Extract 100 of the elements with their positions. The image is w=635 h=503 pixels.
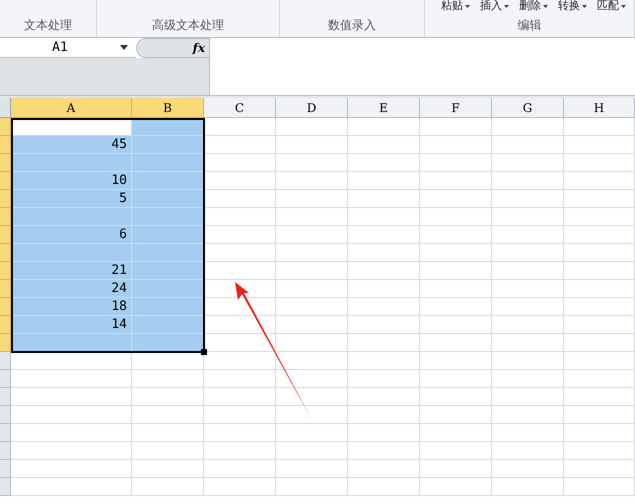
column-header[interactable]: B bbox=[132, 98, 204, 118]
row-header[interactable] bbox=[0, 334, 11, 352]
row-header[interactable] bbox=[0, 424, 11, 442]
table-cell bbox=[564, 478, 635, 496]
column-header[interactable]: D bbox=[276, 98, 348, 118]
caret-icon bbox=[504, 5, 509, 8]
table-cell bbox=[492, 478, 564, 496]
column-header[interactable]: C bbox=[204, 98, 276, 118]
row-header[interactable] bbox=[0, 352, 11, 370]
table-cell bbox=[204, 460, 276, 478]
table-cell bbox=[132, 388, 204, 406]
table-cell bbox=[420, 190, 492, 208]
ribbon-button[interactable]: 粘贴 bbox=[441, 0, 470, 13]
row-header[interactable] bbox=[0, 154, 11, 172]
insert-function-button[interactable]: fx bbox=[192, 39, 205, 57]
dropdown-caret-icon[interactable] bbox=[120, 45, 128, 50]
table-cell bbox=[348, 352, 420, 370]
table-cell bbox=[564, 280, 635, 298]
table-cell bbox=[348, 442, 420, 460]
fill-handle[interactable] bbox=[201, 349, 207, 355]
table-cell bbox=[492, 460, 564, 478]
table-cell bbox=[204, 190, 276, 208]
row-header[interactable] bbox=[0, 406, 11, 424]
table-cell bbox=[276, 316, 348, 334]
table-cell bbox=[420, 262, 492, 280]
row-header[interactable] bbox=[0, 280, 11, 298]
table-cell: 5 bbox=[11, 190, 132, 208]
row-header[interactable] bbox=[0, 118, 11, 136]
table-cell bbox=[204, 442, 276, 460]
table-cell bbox=[348, 406, 420, 424]
table-cell bbox=[276, 406, 348, 424]
row-header[interactable] bbox=[0, 190, 11, 208]
table-cell bbox=[420, 226, 492, 244]
table-cell bbox=[348, 226, 420, 244]
group-label: 数值录入 bbox=[328, 17, 376, 34]
table-cell bbox=[348, 388, 420, 406]
column-header[interactable]: E bbox=[348, 98, 420, 118]
row-header[interactable] bbox=[0, 460, 11, 478]
table-cell bbox=[492, 226, 564, 244]
table-cell bbox=[276, 172, 348, 190]
table-cell bbox=[204, 424, 276, 442]
table-cell bbox=[420, 316, 492, 334]
row-header[interactable] bbox=[0, 262, 11, 280]
table-cell: 45 bbox=[11, 136, 132, 154]
row-header[interactable] bbox=[0, 442, 11, 460]
row-header[interactable] bbox=[0, 172, 11, 190]
table-cell bbox=[492, 208, 564, 226]
row-header[interactable] bbox=[0, 478, 11, 496]
table-cell bbox=[132, 370, 204, 388]
table-cell bbox=[204, 244, 276, 262]
table-cell bbox=[492, 172, 564, 190]
table-cell: 18 bbox=[11, 298, 132, 316]
table-cell bbox=[204, 478, 276, 496]
table-cell bbox=[204, 298, 276, 316]
row-header[interactable] bbox=[0, 136, 11, 154]
column-header[interactable]: A bbox=[11, 98, 132, 118]
row-header[interactable] bbox=[0, 226, 11, 244]
column-header[interactable]: G bbox=[492, 98, 564, 118]
table-cell bbox=[276, 334, 348, 352]
table-cell bbox=[492, 352, 564, 370]
ribbon-button[interactable]: 匹配 bbox=[597, 0, 626, 13]
table-cell bbox=[204, 334, 276, 352]
table-cell bbox=[564, 298, 635, 316]
table-cell bbox=[564, 118, 635, 136]
table-cell bbox=[564, 388, 635, 406]
table-cell bbox=[276, 478, 348, 496]
table-cell: 21 bbox=[11, 262, 132, 280]
table-cell bbox=[276, 262, 348, 280]
select-all-button[interactable] bbox=[0, 98, 11, 118]
table-cell bbox=[492, 316, 564, 334]
table-cell bbox=[276, 442, 348, 460]
column-header[interactable]: H bbox=[564, 98, 635, 118]
ribbon-button[interactable]: 转换 bbox=[558, 0, 587, 13]
table-cell bbox=[348, 262, 420, 280]
table-cell bbox=[492, 442, 564, 460]
row-header[interactable] bbox=[0, 316, 11, 334]
row-header[interactable] bbox=[0, 370, 11, 388]
table-cell bbox=[420, 334, 492, 352]
table-cell bbox=[492, 298, 564, 316]
table-cell bbox=[420, 460, 492, 478]
table-cell bbox=[276, 298, 348, 316]
ribbon-button[interactable]: 插入 bbox=[480, 0, 509, 13]
table-cell bbox=[492, 154, 564, 172]
column-header[interactable]: F bbox=[420, 98, 492, 118]
caret-icon bbox=[465, 5, 470, 8]
row-header[interactable] bbox=[0, 298, 11, 316]
table-cell bbox=[276, 460, 348, 478]
row-header[interactable] bbox=[0, 244, 11, 262]
table-cell: 6 bbox=[11, 226, 132, 244]
table-cell bbox=[204, 406, 276, 424]
table-cell bbox=[420, 136, 492, 154]
table-cell bbox=[564, 424, 635, 442]
row-header[interactable] bbox=[0, 388, 11, 406]
table-cell bbox=[348, 478, 420, 496]
table-cell bbox=[204, 118, 276, 136]
ribbon-button[interactable]: 删除 bbox=[519, 0, 548, 13]
table-cell bbox=[420, 298, 492, 316]
group-label: 高级文本处理 bbox=[152, 17, 224, 34]
table-cell bbox=[564, 442, 635, 460]
row-header[interactable] bbox=[0, 208, 11, 226]
